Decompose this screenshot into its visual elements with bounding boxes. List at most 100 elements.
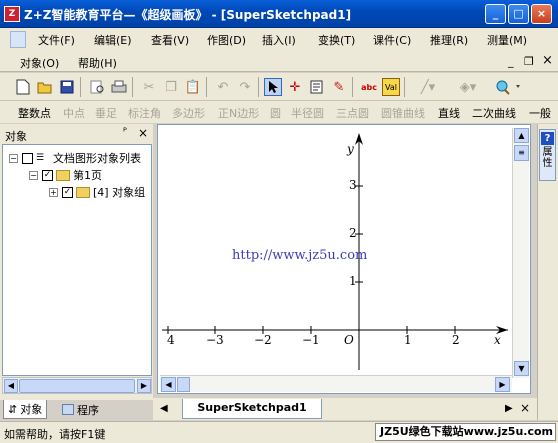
- properties-label: 属性: [542, 147, 553, 169]
- y-axis-label: y: [347, 142, 354, 156]
- tree-item-page1[interactable]: − ✓ 第1页: [29, 167, 102, 183]
- new-icon[interactable]: [14, 78, 32, 96]
- scroll-left-icon[interactable]: ◀: [4, 379, 18, 393]
- tool-radius-circle[interactable]: 半径圆: [291, 105, 324, 121]
- scroll-right-icon[interactable]: ▶: [137, 379, 151, 393]
- print-preview-icon[interactable]: [88, 78, 106, 96]
- scroll-right-icon[interactable]: ▶: [495, 377, 510, 392]
- tool-mark-angle[interactable]: 标注角: [128, 105, 161, 121]
- menu-insert[interactable]: 插入(I): [262, 32, 296, 48]
- point-tool-icon[interactable]: ✛: [286, 78, 304, 96]
- tab-program[interactable]: 程序: [58, 400, 103, 419]
- scroll-left-icon[interactable]: ◀: [161, 377, 176, 392]
- menu-edit[interactable]: 编辑(E): [94, 32, 132, 48]
- select-arrow-icon[interactable]: [264, 78, 282, 96]
- tool-conic[interactable]: 圆锥曲线: [381, 105, 425, 121]
- x-tick-label: −2: [254, 333, 272, 347]
- menu-measure[interactable]: 测量(M): [487, 32, 527, 48]
- canvas-horizontal-scrollbar[interactable]: ◀ ▶: [160, 375, 512, 392]
- zoom-icon[interactable]: [490, 78, 526, 96]
- tree-item-label: 第1页: [73, 169, 102, 182]
- app-icon[interactable]: Z: [4, 6, 20, 22]
- pen-tool-icon[interactable]: ✎: [330, 78, 348, 96]
- pin-icon[interactable]: ᴾ: [123, 127, 127, 138]
- checkbox[interactable]: ✓: [42, 169, 53, 181]
- copy-icon[interactable]: ❐: [162, 78, 180, 96]
- line-color-icon[interactable]: ╱▾: [410, 78, 446, 96]
- tool-line[interactable]: 直线: [438, 105, 460, 121]
- toolbar-separator: [206, 77, 207, 97]
- checkbox[interactable]: ✓: [62, 186, 73, 198]
- mdi-close-button[interactable]: ×: [542, 53, 553, 68]
- toolbar-separator: [352, 77, 353, 97]
- menu-object[interactable]: 对象(O): [20, 55, 59, 71]
- collapse-icon[interactable]: −: [29, 170, 38, 180]
- program-icon: [62, 404, 74, 415]
- print-icon[interactable]: [110, 78, 128, 96]
- value-icon[interactable]: Val: [382, 78, 400, 96]
- origin-label: O: [344, 333, 354, 347]
- panel-close-button[interactable]: ×: [138, 126, 148, 140]
- tool-midpoint[interactable]: 中点: [63, 105, 85, 121]
- minimize-button[interactable]: _: [485, 4, 506, 24]
- paste-icon[interactable]: 📋: [184, 78, 202, 96]
- menu-transform[interactable]: 变换(T): [318, 32, 355, 48]
- scroll-thumb[interactable]: [177, 377, 190, 392]
- tool-regular-polygon[interactable]: 正N边形: [218, 105, 259, 121]
- tool-polygon[interactable]: 多边形: [172, 105, 205, 121]
- object-tree[interactable]: − ☰ 文档图形对象列表 − ✓ 第1页 + ✓ [4] 对象组: [2, 144, 152, 376]
- abc-icon[interactable]: abc: [360, 78, 378, 96]
- tree-horizontal-scrollbar[interactable]: ◀ ▶: [2, 377, 152, 394]
- tab-label: 程序: [77, 403, 99, 417]
- scroll-thumb[interactable]: [19, 379, 135, 393]
- undo-icon[interactable]: ↶: [214, 78, 232, 96]
- x-axis-label: x: [494, 333, 501, 347]
- tree-item-object-group[interactable]: + ✓ [4] 对象组: [49, 184, 145, 200]
- y-tick-label: 1: [349, 274, 357, 288]
- scroll-thumb[interactable]: ≡: [514, 145, 529, 161]
- toolbar-separator: [80, 77, 81, 97]
- watermark-text: http://www.jz5u.com: [232, 248, 368, 263]
- tool-circle[interactable]: 圆: [270, 105, 281, 121]
- tab-nav-right-icon[interactable]: ▶: [505, 403, 513, 414]
- mdi-minimize-button[interactable]: _: [508, 55, 514, 68]
- tool-general[interactable]: 一般: [529, 105, 551, 121]
- scroll-down-icon[interactable]: ▼: [514, 361, 529, 376]
- close-button[interactable]: ×: [531, 4, 552, 24]
- menu-courseware[interactable]: 课件(C): [373, 32, 411, 48]
- tree-item-doc-list[interactable]: − ☰ 文档图形对象列表: [9, 150, 141, 166]
- tool-integer-point[interactable]: 整数点: [18, 105, 51, 121]
- menu-file[interactable]: 文件(F): [38, 32, 75, 48]
- checkbox[interactable]: [22, 152, 33, 164]
- scroll-up-icon[interactable]: ▲: [514, 128, 529, 143]
- canvas-vertical-scrollbar[interactable]: ▲ ≡ ▼: [512, 128, 529, 378]
- x-tick-label: 1: [404, 333, 412, 347]
- tab-close-button[interactable]: ×: [520, 401, 530, 415]
- menu-view[interactable]: 查看(V): [151, 32, 189, 48]
- tool-three-point-circle[interactable]: 三点圆: [336, 105, 369, 121]
- save-icon[interactable]: [58, 78, 76, 96]
- expand-icon[interactable]: +: [49, 187, 58, 197]
- collapse-icon[interactable]: −: [9, 153, 18, 163]
- document-icon[interactable]: [10, 31, 26, 48]
- menu-draw[interactable]: 作图(D): [207, 32, 246, 48]
- open-icon[interactable]: [36, 78, 54, 96]
- text-tool-icon[interactable]: [308, 78, 326, 96]
- menu-reasoning[interactable]: 推理(R): [430, 32, 468, 48]
- mdi-restore-button[interactable]: ❐: [524, 55, 534, 68]
- maximize-button[interactable]: □: [508, 4, 529, 24]
- list-icon: ☰: [36, 152, 45, 163]
- tab-supersketchpad1[interactable]: SuperSketchpad1: [182, 399, 322, 419]
- tool-perpendicular-foot[interactable]: 垂足: [95, 105, 117, 121]
- cut-icon[interactable]: ✂: [140, 78, 158, 96]
- tab-objects[interactable]: ⇵ 对象: [3, 400, 48, 419]
- toolbar-separator: [404, 77, 405, 97]
- x-tick-label: 2: [452, 333, 460, 347]
- properties-button[interactable]: ? 属性: [539, 129, 556, 181]
- redo-icon[interactable]: ↷: [236, 78, 254, 96]
- tool-quadratic-curve[interactable]: 二次曲线: [472, 105, 516, 121]
- fill-color-icon[interactable]: ◈▾: [450, 78, 486, 96]
- tree-icon: ⇵: [8, 402, 18, 416]
- tab-nav-left-icon[interactable]: ◀: [160, 403, 168, 414]
- menu-help[interactable]: 帮助(H): [78, 55, 117, 71]
